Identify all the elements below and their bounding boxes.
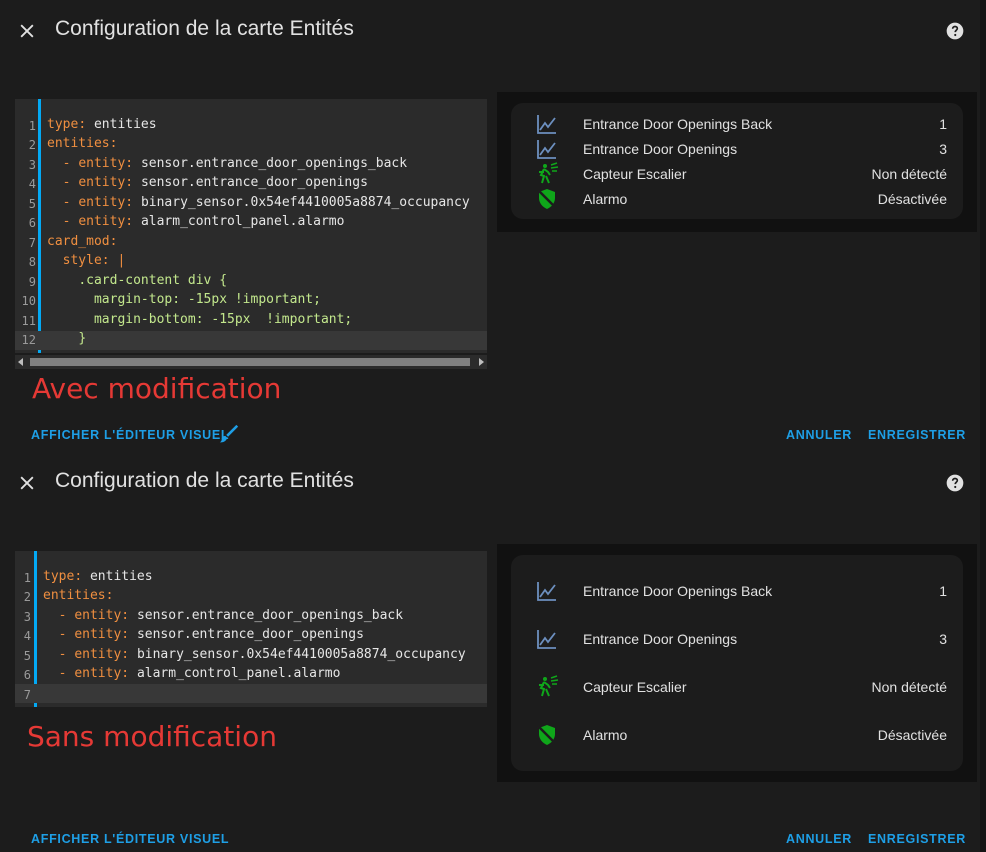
line-number: 3 xyxy=(23,610,31,624)
shield-off-icon xyxy=(537,189,557,209)
line-number: 1 xyxy=(28,119,36,133)
scroll-left-arrow[interactable] xyxy=(18,358,23,366)
code-line: entities: xyxy=(47,136,118,151)
line-number: 4 xyxy=(28,177,36,191)
horizontal-scrollbar[interactable] xyxy=(15,355,487,369)
scroll-right-arrow[interactable] xyxy=(479,358,484,366)
cancel-button[interactable]: ANNULER xyxy=(786,428,852,442)
entity-state: 3 xyxy=(939,141,947,157)
line-number: 11 xyxy=(21,314,36,328)
entity-row[interactable]: Entrance Door Openings Back 1 xyxy=(511,112,963,136)
line-number: 12 xyxy=(21,333,36,347)
code-line: - entity: alarm_control_panel.alarmo xyxy=(43,666,341,681)
chart-line-icon xyxy=(537,630,556,649)
line-number: 8 xyxy=(28,255,36,269)
line-number: 5 xyxy=(28,197,36,211)
cancel-button[interactable]: ANNULER xyxy=(786,832,852,846)
show-visual-editor-button[interactable]: AFFICHER L'ÉDITEUR VISUEL xyxy=(31,832,229,846)
entity-row[interactable]: Capteur Escalier Non détecté xyxy=(511,675,963,699)
chart-line-icon xyxy=(537,140,556,159)
help-icon[interactable] xyxy=(945,21,965,41)
entity-name: Entrance Door Openings Back xyxy=(583,583,773,599)
entity-state: 1 xyxy=(939,116,947,132)
code-line: entities: xyxy=(43,588,114,603)
line-number: 6 xyxy=(28,216,36,230)
dialog-title: Configuration de la carte Entités xyxy=(55,17,354,40)
code-line: - entity: binary_sensor.0x54ef4410005a88… xyxy=(43,647,466,662)
code-line: type: entities xyxy=(47,117,157,132)
annotation-label: Avec modification xyxy=(32,372,282,405)
line-number: 2 xyxy=(28,138,36,152)
code-line: card_mod: xyxy=(47,234,118,249)
annotation-label: Sans modification xyxy=(27,720,277,753)
motion-sensor-icon xyxy=(539,162,559,184)
close-icon[interactable] xyxy=(17,21,37,41)
line-number: 9 xyxy=(28,275,36,289)
card-config-dialog-with-mod: Configuration de la carte Entités 1 2 3 … xyxy=(0,0,986,452)
entity-name: Alarmo xyxy=(583,191,628,207)
code-line: type: entities xyxy=(43,569,153,584)
dialog-header: Configuration de la carte Entités xyxy=(0,0,986,62)
entity-name: Entrance Door Openings xyxy=(583,141,738,157)
line-number: 7 xyxy=(23,688,31,702)
line-number: 4 xyxy=(23,629,31,643)
yaml-code-editor[interactable]: 1 2 3 4 5 6 7 8 9 10 11 12 type: entitie… xyxy=(15,99,487,353)
card-config-dialog-without-mod: Configuration de la carte Entités 1 2 3 … xyxy=(0,452,986,852)
entity-row[interactable]: Entrance Door Openings 3 xyxy=(511,137,963,161)
brush-icon xyxy=(219,424,239,443)
entity-name: Entrance Door Openings xyxy=(583,631,738,647)
dialog-title: Configuration de la carte Entités xyxy=(55,469,354,492)
entity-name: Alarmo xyxy=(583,727,628,743)
code-line: margin-bottom: -15px !important; xyxy=(93,312,353,327)
entity-name: Entrance Door Openings Back xyxy=(583,116,773,132)
entity-row[interactable]: Alarmo Désactivée xyxy=(511,187,963,211)
help-icon[interactable] xyxy=(945,473,965,493)
show-visual-editor-button[interactable]: AFFICHER L'ÉDITEUR VISUEL xyxy=(31,428,229,442)
entity-state: Non détecté xyxy=(871,679,948,695)
line-number: 10 xyxy=(21,294,36,308)
code-line: - entity: binary_sensor.0x54ef4410005a88… xyxy=(47,195,470,210)
code-line: - entity: sensor.entrance_door_openings xyxy=(47,175,368,190)
entity-state: Désactivée xyxy=(877,727,947,743)
code-line: margin-top: -15px !important; xyxy=(93,292,321,307)
yaml-code-editor[interactable]: 1 2 3 4 5 6 7 type: entities entities: -… xyxy=(15,551,487,707)
chart-line-icon xyxy=(537,582,556,601)
entity-name: Capteur Escalier xyxy=(583,166,687,182)
code-line: - entity: alarm_control_panel.alarmo xyxy=(47,214,345,229)
save-button[interactable]: ENREGISTRER xyxy=(868,832,966,846)
code-line: style: | xyxy=(62,253,126,268)
code-line: - entity: sensor.entrance_door_openings xyxy=(43,627,364,642)
save-button[interactable]: ENREGISTRER xyxy=(868,428,966,442)
code-line: .card-content div { xyxy=(78,273,228,288)
entity-state: Non détecté xyxy=(871,166,948,182)
code-line: - entity: sensor.entrance_door_openings_… xyxy=(43,608,404,623)
entity-row[interactable]: Entrance Door Openings 3 xyxy=(511,627,963,651)
editor-focus-bar xyxy=(38,99,41,353)
line-number: 1 xyxy=(23,571,31,585)
line-number: 5 xyxy=(23,649,31,663)
entity-row[interactable]: Entrance Door Openings Back 1 xyxy=(511,579,963,603)
entity-row[interactable]: Capteur Escalier Non détecté xyxy=(511,162,963,186)
entity-name: Capteur Escalier xyxy=(583,679,687,695)
motion-sensor-icon xyxy=(539,675,559,697)
line-number: 2 xyxy=(23,590,31,604)
close-icon[interactable] xyxy=(17,473,37,493)
line-number: 7 xyxy=(28,236,36,250)
entity-state: Désactivée xyxy=(877,191,947,207)
dialog-header: Configuration de la carte Entités xyxy=(0,452,986,514)
chart-line-icon xyxy=(537,115,556,134)
shield-off-icon xyxy=(537,725,557,745)
entity-state: 1 xyxy=(939,583,947,599)
entity-state: 3 xyxy=(939,631,947,647)
line-number: 3 xyxy=(28,158,36,172)
line-number: 6 xyxy=(23,668,31,682)
dialog-edge xyxy=(980,0,986,452)
active-line-highlight xyxy=(15,684,487,703)
code-line: } xyxy=(78,331,87,346)
code-line: - entity: sensor.entrance_door_openings_… xyxy=(47,156,408,171)
entity-row[interactable]: Alarmo Désactivée xyxy=(511,723,963,747)
scrollbar-thumb[interactable] xyxy=(30,358,470,366)
